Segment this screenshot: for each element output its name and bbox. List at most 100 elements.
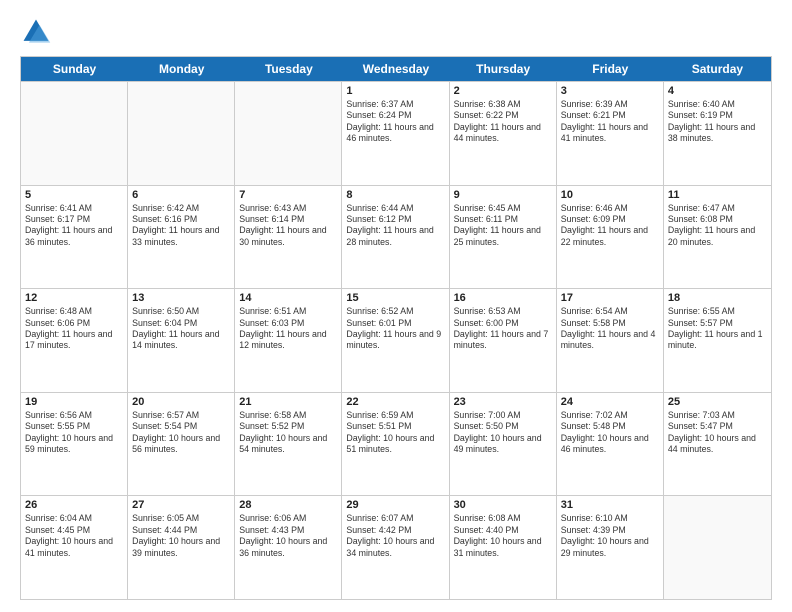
day-number: 1 (346, 85, 444, 97)
day-info: Sunrise: 6:41 AM Sunset: 6:17 PM Dayligh… (25, 203, 123, 249)
day-cell-20: 20Sunrise: 6:57 AM Sunset: 5:54 PM Dayli… (128, 393, 235, 496)
day-cell-23: 23 Sunrise: 7:00 AM Sunset: 5:50 PM Dayli… (450, 393, 557, 496)
day-cell-17: 17 Sunrise: 6:54 AM Sunset: 5:58 PM Dayli… (557, 289, 664, 392)
day-number: 22 (346, 396, 444, 408)
day-number: 23 (454, 396, 552, 408)
day-number: 15 (346, 292, 444, 304)
day-cell-28: 28 Sunrise: 6:06 AM Sunset: 4:43 PM Dayli… (235, 496, 342, 599)
day-info: Sunrise: 6:37 AM Sunset: 6:24 PM Dayligh… (346, 99, 444, 145)
day-info: Sunrise: 6:57 AM Sunset: 5:54 PM Dayligh… (132, 410, 230, 456)
day-number: 17 (561, 292, 659, 304)
day-info: Sunrise: 6:45 AM Sunset: 6:11 PM Dayligh… (454, 203, 552, 249)
day-info: Sunrise: 6:07 AM Sunset: 4:42 PM Dayligh… (346, 513, 444, 559)
day-number: 6 (132, 189, 230, 201)
day-info: Sunrise: 6:55 AM Sunset: 5:57 PM Dayligh… (668, 306, 767, 352)
day-cell-13: 13 Sunrise: 6:50 AM Sunset: 6:04 PM Dayli… (128, 289, 235, 392)
day-number: 26 (25, 499, 123, 511)
calendar-body: 1 Sunrise: 6:37 AM Sunset: 6:24 PM Daylig… (21, 81, 771, 599)
day-number: 4 (668, 85, 767, 97)
weekday-header-friday: Friday (557, 57, 664, 81)
day-info: Sunrise: 7:00 AM Sunset: 5:50 PM Dayligh… (454, 410, 552, 456)
day-info: Sunrise: 6:05 AM Sunset: 4:44 PM Dayligh… (132, 513, 230, 559)
logo-icon (20, 16, 52, 48)
weekday-header-sunday: Sunday (21, 57, 128, 81)
calendar-row-1: 5Sunrise: 6:41 AM Sunset: 6:17 PM Daylig… (21, 185, 771, 289)
day-number: 3 (561, 85, 659, 97)
day-cell-14: 14Sunrise: 6:51 AM Sunset: 6:03 PM Dayli… (235, 289, 342, 392)
day-info: Sunrise: 6:43 AM Sunset: 6:14 PM Dayligh… (239, 203, 337, 249)
day-info: Sunrise: 6:08 AM Sunset: 4:40 PM Dayligh… (454, 513, 552, 559)
day-info: Sunrise: 6:50 AM Sunset: 6:04 PM Dayligh… (132, 306, 230, 352)
day-number: 18 (668, 292, 767, 304)
day-cell-18: 18 Sunrise: 6:55 AM Sunset: 5:57 PM Dayli… (664, 289, 771, 392)
day-cell-29: 29Sunrise: 6:07 AM Sunset: 4:42 PM Dayli… (342, 496, 449, 599)
day-cell-12: 12 Sunrise: 6:48 AM Sunset: 6:06 PM Dayli… (21, 289, 128, 392)
day-info: Sunrise: 6:04 AM Sunset: 4:45 PM Dayligh… (25, 513, 123, 559)
weekday-header-wednesday: Wednesday (342, 57, 449, 81)
day-cell-21: 21Sunrise: 6:58 AM Sunset: 5:52 PM Dayli… (235, 393, 342, 496)
day-number: 10 (561, 189, 659, 201)
day-number: 21 (239, 396, 337, 408)
day-info: Sunrise: 6:53 AM Sunset: 6:00 PM Dayligh… (454, 306, 552, 352)
header (20, 16, 772, 48)
day-cell-1: 1 Sunrise: 6:37 AM Sunset: 6:24 PM Daylig… (342, 82, 449, 185)
day-cell-empty-0-1 (128, 82, 235, 185)
day-info: Sunrise: 6:48 AM Sunset: 6:06 PM Dayligh… (25, 306, 123, 352)
day-cell-22: 22 Sunrise: 6:59 AM Sunset: 5:51 PM Dayli… (342, 393, 449, 496)
day-cell-25: 25 Sunrise: 7:03 AM Sunset: 5:47 PM Dayli… (664, 393, 771, 496)
day-number: 28 (239, 499, 337, 511)
day-info: Sunrise: 6:47 AM Sunset: 6:08 PM Dayligh… (668, 203, 767, 249)
day-cell-6: 6Sunrise: 6:42 AM Sunset: 6:16 PM Daylig… (128, 186, 235, 289)
day-number: 24 (561, 396, 659, 408)
day-number: 12 (25, 292, 123, 304)
day-number: 31 (561, 499, 659, 511)
day-cell-30: 30 Sunrise: 6:08 AM Sunset: 4:40 PM Dayli… (450, 496, 557, 599)
day-cell-11: 11 Sunrise: 6:47 AM Sunset: 6:08 PM Dayli… (664, 186, 771, 289)
day-info: Sunrise: 6:40 AM Sunset: 6:19 PM Dayligh… (668, 99, 767, 145)
day-number: 13 (132, 292, 230, 304)
day-info: Sunrise: 6:06 AM Sunset: 4:43 PM Dayligh… (239, 513, 337, 559)
day-info: Sunrise: 6:56 AM Sunset: 5:55 PM Dayligh… (25, 410, 123, 456)
day-cell-24: 24Sunrise: 7:02 AM Sunset: 5:48 PM Dayli… (557, 393, 664, 496)
day-cell-26: 26 Sunrise: 6:04 AM Sunset: 4:45 PM Dayli… (21, 496, 128, 599)
day-cell-5: 5Sunrise: 6:41 AM Sunset: 6:17 PM Daylig… (21, 186, 128, 289)
day-info: Sunrise: 6:38 AM Sunset: 6:22 PM Dayligh… (454, 99, 552, 145)
day-info: Sunrise: 6:52 AM Sunset: 6:01 PM Dayligh… (346, 306, 444, 352)
day-number: 25 (668, 396, 767, 408)
day-number: 2 (454, 85, 552, 97)
day-cell-2: 2 Sunrise: 6:38 AM Sunset: 6:22 PM Daylig… (450, 82, 557, 185)
calendar-row-3: 19 Sunrise: 6:56 AM Sunset: 5:55 PM Dayli… (21, 392, 771, 496)
day-info: Sunrise: 6:59 AM Sunset: 5:51 PM Dayligh… (346, 410, 444, 456)
day-cell-27: 27Sunrise: 6:05 AM Sunset: 4:44 PM Dayli… (128, 496, 235, 599)
day-number: 8 (346, 189, 444, 201)
weekday-header-thursday: Thursday (450, 57, 557, 81)
logo (20, 16, 56, 48)
day-number: 11 (668, 189, 767, 201)
calendar-row-4: 26 Sunrise: 6:04 AM Sunset: 4:45 PM Dayli… (21, 495, 771, 599)
day-cell-3: 3 Sunrise: 6:39 AM Sunset: 6:21 PM Daylig… (557, 82, 664, 185)
day-number: 19 (25, 396, 123, 408)
day-cell-15: 15 Sunrise: 6:52 AM Sunset: 6:01 PM Dayli… (342, 289, 449, 392)
calendar: SundayMondayTuesdayWednesdayThursdayFrid… (20, 56, 772, 600)
weekday-header-tuesday: Tuesday (235, 57, 342, 81)
day-info: Sunrise: 6:10 AM Sunset: 4:39 PM Dayligh… (561, 513, 659, 559)
day-number: 9 (454, 189, 552, 201)
day-cell-9: 9 Sunrise: 6:45 AM Sunset: 6:11 PM Daylig… (450, 186, 557, 289)
day-cell-8: 8 Sunrise: 6:44 AM Sunset: 6:12 PM Daylig… (342, 186, 449, 289)
day-cell-empty-4-6 (664, 496, 771, 599)
day-cell-19: 19 Sunrise: 6:56 AM Sunset: 5:55 PM Dayli… (21, 393, 128, 496)
day-info: Sunrise: 6:39 AM Sunset: 6:21 PM Dayligh… (561, 99, 659, 145)
day-number: 30 (454, 499, 552, 511)
day-info: Sunrise: 7:03 AM Sunset: 5:47 PM Dayligh… (668, 410, 767, 456)
day-cell-empty-0-0 (21, 82, 128, 185)
day-info: Sunrise: 6:54 AM Sunset: 5:58 PM Dayligh… (561, 306, 659, 352)
day-number: 7 (239, 189, 337, 201)
day-cell-7: 7 Sunrise: 6:43 AM Sunset: 6:14 PM Daylig… (235, 186, 342, 289)
day-number: 14 (239, 292, 337, 304)
day-cell-empty-0-2 (235, 82, 342, 185)
day-info: Sunrise: 6:44 AM Sunset: 6:12 PM Dayligh… (346, 203, 444, 249)
page: SundayMondayTuesdayWednesdayThursdayFrid… (0, 0, 792, 612)
day-cell-4: 4 Sunrise: 6:40 AM Sunset: 6:19 PM Daylig… (664, 82, 771, 185)
calendar-row-0: 1 Sunrise: 6:37 AM Sunset: 6:24 PM Daylig… (21, 81, 771, 185)
day-cell-16: 16Sunrise: 6:53 AM Sunset: 6:00 PM Dayli… (450, 289, 557, 392)
